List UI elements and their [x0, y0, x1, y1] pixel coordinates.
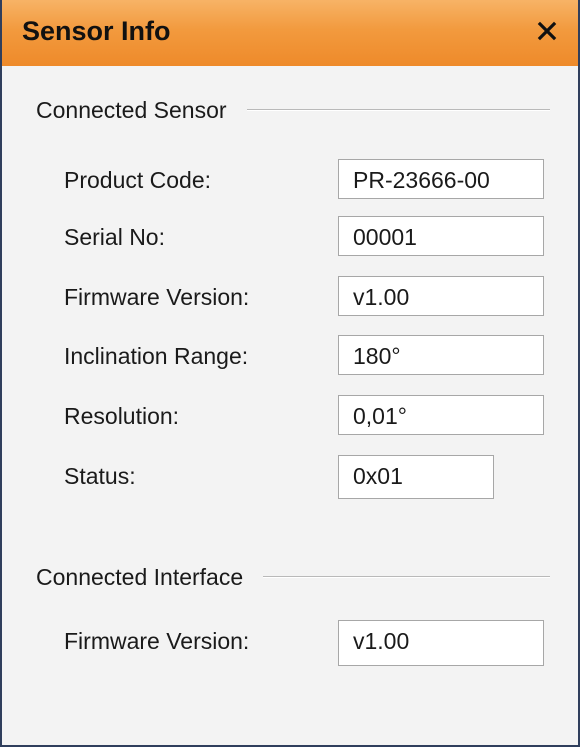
window-title: Sensor Info — [22, 16, 171, 46]
group-divider — [263, 576, 550, 578]
interface-firmware-version-field[interactable]: v1.00 — [338, 620, 544, 666]
status-field[interactable]: 0x01 — [338, 455, 494, 499]
firmware-version-label: Firmware Version: — [64, 284, 250, 310]
status-label: Status: — [64, 463, 136, 489]
resolution-label: Resolution: — [64, 403, 180, 429]
serial-no-field[interactable]: 00001 — [338, 216, 544, 256]
connected-sensor-heading: Connected Sensor — [36, 96, 227, 123]
close-button[interactable] — [530, 14, 564, 48]
inclination-range-field[interactable]: 180° — [338, 335, 544, 375]
content-area: Connected Sensor Product Code: PR-23666-… — [2, 66, 578, 745]
group-divider — [246, 109, 550, 111]
product-code-label: Product Code: — [64, 167, 212, 193]
connected-sensor-group-header: Connected Sensor — [36, 95, 550, 125]
serial-no-label: Serial No: — [64, 224, 165, 250]
product-code-field[interactable]: PR-23666-00 — [338, 159, 544, 199]
inclination-range-label: Inclination Range: — [64, 343, 249, 369]
interface-firmware-version-label: Firmware Version: — [64, 628, 250, 654]
sensor-info-window: Sensor Info Connected Sensor Product Cod… — [0, 0, 580, 747]
close-icon — [537, 21, 557, 41]
firmware-version-field[interactable]: v1.00 — [338, 276, 544, 316]
title-bar: Sensor Info — [2, 0, 578, 67]
connected-interface-heading: Connected Interface — [36, 563, 244, 590]
connected-interface-group-header: Connected Interface — [36, 562, 550, 592]
resolution-field[interactable]: 0,01° — [338, 395, 544, 435]
